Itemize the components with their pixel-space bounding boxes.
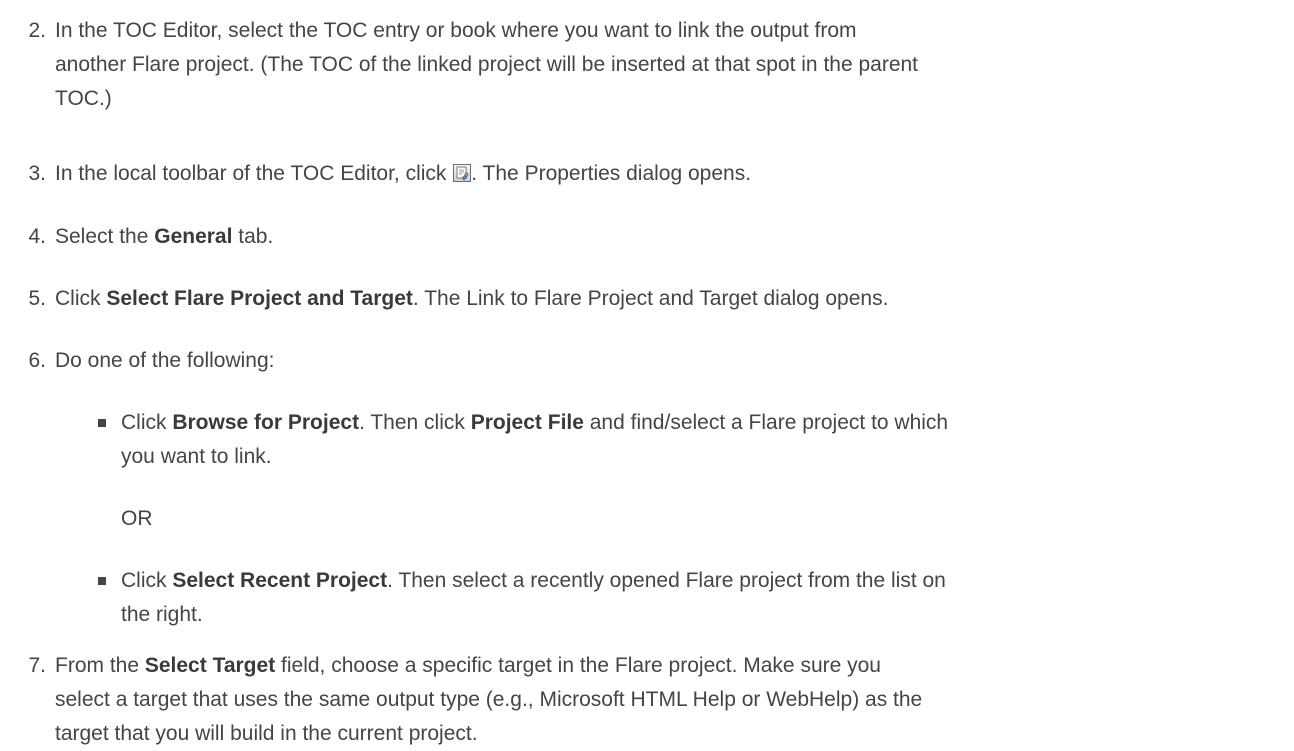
step-line: another Flare project. (The TOC of the l…: [55, 53, 919, 76]
step-line: From the Select Target field, choose a s…: [55, 649, 1275, 683]
step-number: 2.: [28, 19, 46, 42]
step-text: From the Select Target field, choose a s…: [55, 649, 1275, 751]
option-text-mid: . Then click: [359, 411, 471, 434]
bullet-icon: [98, 419, 106, 427]
step-line: In the TOC Editor, select the TOC entry …: [55, 19, 857, 42]
ui-term-select-recent-project: Select Recent Project: [172, 569, 388, 592]
step-text-before: Select the: [55, 225, 155, 248]
option-text-before: Click: [121, 411, 173, 434]
step-text: Select the General tab.: [55, 220, 1275, 254]
option-text-before: Click: [121, 569, 173, 592]
step-line: target that you will build in the curren…: [55, 722, 478, 745]
step-number: 5.: [28, 287, 46, 310]
option-text-after: . Then select a recently opened Flare pr…: [387, 569, 946, 592]
option-text: Click Select Recent Project. Then select…: [121, 564, 1281, 632]
step-text-after: . The Properties dialog opens.: [471, 162, 752, 185]
step-number: 4.: [28, 225, 46, 248]
or-text: OR: [121, 507, 153, 530]
option-text: Click Browse for Project. Then click Pro…: [121, 406, 1281, 474]
step-number: 3.: [28, 162, 46, 185]
step-text: In the local toolbar of the TOC Editor, …: [55, 157, 1275, 191]
ui-term-select-target: Select Target: [144, 654, 276, 677]
step-text-before: Click: [55, 287, 107, 310]
step-text: In the TOC Editor, select the TOC entry …: [55, 14, 1275, 116]
ui-term-project-file: Project File: [470, 411, 584, 434]
option-line: you want to link.: [121, 445, 272, 468]
option-text-after: and find/select a Flare project to which: [583, 411, 949, 434]
step-line: TOC.): [55, 87, 112, 110]
properties-icon: [453, 164, 472, 182]
step-text-after: . The Link to Flare Project and Target d…: [412, 287, 889, 310]
option-line: Click Browse for Project. Then click Pro…: [121, 406, 1281, 440]
step-text-after: tab.: [232, 225, 274, 248]
step-number: 7.: [28, 654, 46, 677]
document-page: 2. In the TOC Editor, select the TOC ent…: [0, 0, 1294, 751]
step-text-before: From the: [55, 654, 145, 677]
step-line: select a target that uses the same outpu…: [55, 688, 923, 711]
step-text-before: In the local toolbar of the TOC Editor, …: [55, 162, 453, 185]
option-line: the right.: [121, 603, 203, 626]
step-text: Do one of the following:: [55, 349, 275, 372]
bullet-icon: [98, 577, 106, 585]
step-number: 6.: [28, 349, 46, 372]
step-text: Click Select Flare Project and Target. T…: [55, 282, 1275, 316]
step-text-after: field, choose a specific target in the F…: [275, 654, 881, 677]
ui-term-select-flare-project: Select Flare Project and Target: [106, 287, 413, 310]
ui-term-browse-for-project: Browse for Project: [172, 411, 360, 434]
option-line: Click Select Recent Project. Then select…: [121, 564, 1281, 598]
ui-term-general: General: [154, 225, 233, 248]
